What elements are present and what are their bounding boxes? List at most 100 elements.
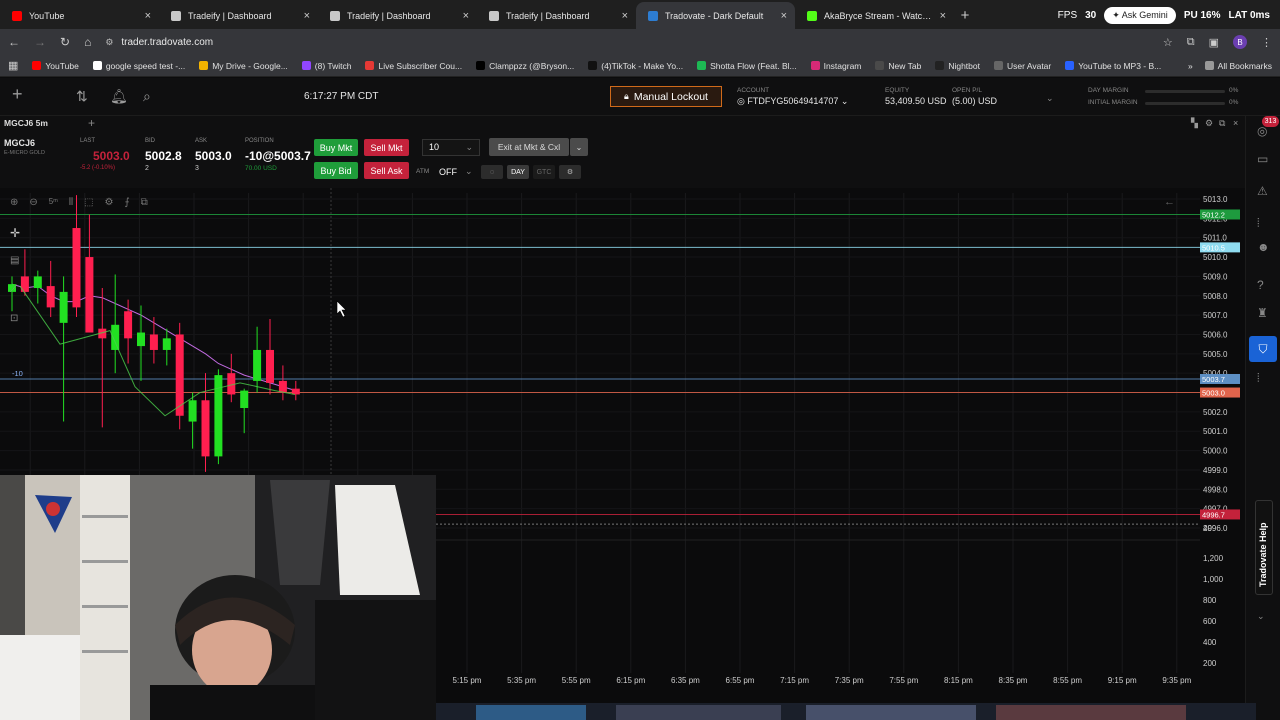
chart-settings-icon[interactable]: ⚙	[104, 197, 113, 208]
close-tab-icon[interactable]: ×	[145, 10, 151, 22]
bookmark-item[interactable]: New Tab	[875, 61, 921, 71]
templates-icon[interactable]: ⧉	[141, 197, 148, 208]
community-icon[interactable]: ☻	[1257, 240, 1270, 254]
exit-market-cancel-button[interactable]: Exit at Mkt & Cxl	[489, 138, 569, 156]
site-info-icon[interactable]: ⚙	[105, 37, 113, 48]
bars-icon[interactable]: ⦙	[1257, 216, 1260, 231]
bookmarks-overflow-icon[interactable]: »	[1188, 61, 1193, 71]
search-icon[interactable]: ⌕	[143, 88, 151, 105]
open-pl-chevron-icon[interactable]: ⌄	[1046, 93, 1054, 104]
close-module-icon[interactable]: ×	[1233, 118, 1238, 128]
browser-tab[interactable]: Tradovate - Dark Default ×	[636, 2, 795, 29]
volume-tick-label: 600	[1203, 617, 1217, 626]
buy-bid-button[interactable]: Buy Bid	[314, 162, 358, 179]
collapse-chevron-icon[interactable]: ⌄	[1257, 611, 1265, 622]
trendline-tool-icon[interactable]: ⟋	[10, 284, 17, 295]
timeframe-icon[interactable]: 5ᵐ	[49, 197, 58, 208]
menu-icon[interactable]: ⋮	[1261, 36, 1272, 49]
apps-grid-icon[interactable]: ▦	[8, 59, 18, 72]
browser-tab[interactable]: AkaBryce Stream - Watch Live c ×	[795, 2, 954, 29]
back-icon[interactable]: ←	[8, 35, 20, 49]
shield-icon[interactable]: ⛉	[1249, 336, 1277, 362]
bookmark-item[interactable]: My Drive - Google...	[199, 61, 288, 71]
more-icon[interactable]: ⦙	[1257, 371, 1260, 386]
zoom-out-icon[interactable]: ⊖	[29, 197, 37, 208]
bookmark-item[interactable]: (4)TikTok - Make Yo...	[588, 61, 683, 71]
bookmark-item[interactable]: Instagram	[810, 61, 861, 71]
account-selector[interactable]: ACCOUNT ◎ FTDFYG50649414707 ⌄	[737, 87, 848, 107]
address-bar[interactable]: ⚙ trader.tradovate.com	[105, 32, 1149, 52]
bookmark-item[interactable]: Clamppzz (@Bryson...	[476, 61, 574, 71]
sort-arrows-icon[interactable]: ⇅	[76, 88, 88, 105]
quantity-input[interactable]: 10 ⌄	[422, 139, 480, 156]
last-label: LAST	[80, 138, 96, 144]
manual-lockout-button[interactable]: 🔒︎ Manual Lockout	[610, 86, 722, 107]
browser-tab[interactable]: Tradeify | Dashboard ×	[477, 2, 636, 29]
close-tab-icon[interactable]: ×	[940, 10, 946, 22]
network-icon[interactable]: ◎	[1257, 124, 1267, 138]
crosshair-tool-icon[interactable]: ✛	[10, 226, 20, 240]
order-settings-icon[interactable]: ⚙	[559, 165, 581, 179]
scroll-to-latest-icon[interactable]: ←	[1164, 196, 1175, 208]
bookmark-item[interactable]: Shotta Flow (Feat. Bl...	[697, 61, 797, 71]
popout-icon[interactable]: ⧉	[1219, 118, 1225, 129]
price-tick-label: 5011.0	[1203, 234, 1227, 243]
close-tab-icon[interactable]: ×	[622, 10, 628, 22]
home-icon[interactable]: ⌂	[84, 35, 91, 49]
gtc-tif-button[interactable]: GTC	[533, 165, 555, 179]
crosshair-select-icon[interactable]: ⬚	[84, 197, 93, 208]
zoom-in-icon[interactable]: ⊕	[10, 197, 18, 208]
chart-symbol[interactable]: MGCJ6 5m	[4, 118, 48, 128]
alert-icon[interactable]: ⚠	[1257, 184, 1268, 198]
profile-avatar[interactable]: B	[1233, 35, 1247, 49]
exit-options-chevron-icon[interactable]: ⌄	[570, 138, 588, 156]
tab-favicon-icon	[648, 10, 658, 21]
bookmark-star-icon[interactable]: ☆	[1163, 36, 1173, 49]
candle-body	[149, 334, 158, 350]
atm-label: ATM	[416, 168, 430, 175]
all-bookmarks-button[interactable]: All Bookmarks	[1204, 61, 1272, 71]
help-icon[interactable]: ?	[1257, 278, 1264, 292]
bookmark-item[interactable]: (8) Twitch	[301, 61, 351, 71]
price-level-tag-label: 5012.2	[1202, 210, 1225, 219]
bookmark-item[interactable]: Nightbot	[935, 61, 980, 71]
trophy-icon[interactable]: ♜	[1257, 306, 1268, 320]
close-tab-icon[interactable]: ×	[463, 10, 469, 22]
bar-type-icon[interactable]: ⫴	[69, 197, 73, 208]
sell-ask-button[interactable]: Sell Ask	[364, 162, 409, 179]
forward-icon[interactable]: →	[34, 35, 46, 49]
close-tab-icon[interactable]: ×	[781, 10, 787, 22]
indicators-icon[interactable]: ⨍	[124, 197, 129, 208]
bookmark-item[interactable]: Live Subscriber Cou...	[365, 61, 462, 71]
add-module-icon[interactable]: +	[12, 84, 23, 105]
lock-drawings-icon[interactable]: ⊡	[10, 313, 18, 324]
atm-select[interactable]: OFF ⌄	[434, 163, 476, 180]
chat-icon[interactable]: ▭	[1257, 152, 1268, 166]
browser-tab[interactable]: Tradeify | Dashboard ×	[318, 2, 477, 29]
order-type-toggle[interactable]: ◌	[481, 165, 503, 179]
extensions-icon[interactable]: ⧉	[1187, 36, 1195, 49]
close-tab-icon[interactable]: ×	[304, 10, 310, 22]
browser-tab[interactable]: Tradeify | Dashboard ×	[159, 2, 318, 29]
add-chart-icon[interactable]: +	[88, 116, 95, 130]
browser-tab[interactable]: YouTube ×	[0, 2, 159, 29]
sell-market-button[interactable]: Sell Mkt	[364, 139, 409, 156]
ask-gemini-button[interactable]: ✦ Ask Gemini	[1104, 6, 1176, 24]
day-tif-button[interactable]: DAY	[507, 165, 529, 179]
bookmark-label: Live Subscriber Cou...	[378, 60, 463, 71]
cpu-readout: PU 16%	[1183, 9, 1221, 21]
drawing-tool-icon[interactable]: ▤	[10, 255, 19, 266]
bookmark-item[interactable]: YouTube	[32, 61, 79, 71]
bookmark-item[interactable]: google speed test -...	[92, 61, 185, 71]
header-icon[interactable]: ▚	[1191, 118, 1198, 129]
settings-icon[interactable]: ⚙	[1205, 118, 1213, 129]
buy-market-button[interactable]: Buy Mkt	[314, 139, 358, 156]
bookmark-item[interactable]: YouTube to MP3 - B...	[1065, 61, 1161, 71]
bookmark-item[interactable]: User Avatar	[993, 61, 1051, 71]
cast-icon[interactable]: ▣	[1209, 36, 1219, 49]
bookmark-label: My Drive - Google...	[212, 60, 288, 71]
new-tab-button[interactable]: +	[954, 2, 976, 29]
bell-icon[interactable]: 🔔︎	[110, 88, 128, 105]
reload-icon[interactable]: ↻	[60, 35, 70, 49]
tradovate-help-tab[interactable]: Tradovate Help	[1255, 500, 1273, 595]
